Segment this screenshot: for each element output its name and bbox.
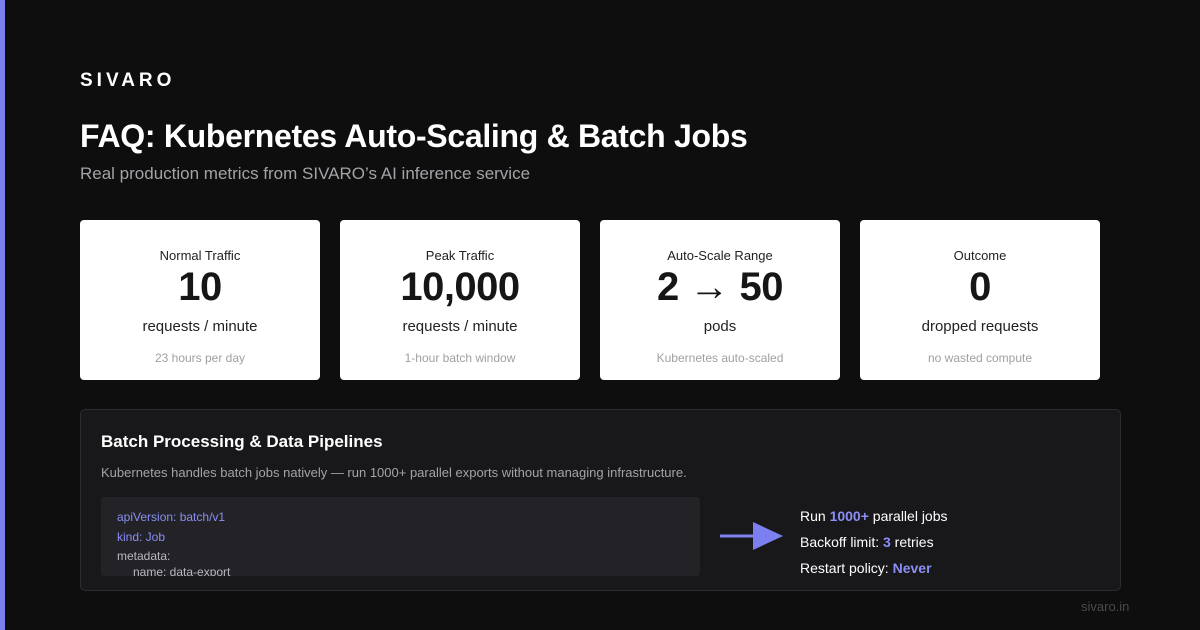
fact-prefix: Run bbox=[800, 508, 830, 524]
card-note: Kubernetes auto-scaled bbox=[656, 351, 784, 365]
card-note: 23 hours per day bbox=[154, 351, 246, 365]
metric-cards: Normal Traffic 10 requests / minute 23 h… bbox=[80, 220, 1100, 380]
panel-title: Batch Processing & Data Pipelines bbox=[101, 432, 383, 451]
fact-prefix: Backoff limit: bbox=[800, 534, 883, 550]
metric-card-normal-traffic: Normal Traffic 10 requests / minute 23 h… bbox=[80, 220, 320, 380]
fact-backoff-limit: Backoff limit: 3 retries bbox=[800, 534, 948, 560]
code-line: name: data-export bbox=[133, 565, 231, 576]
fact-highlight: 1000+ bbox=[829, 508, 869, 524]
fact-restart-policy: Restart policy: Never bbox=[800, 560, 948, 586]
card-unit: requests / minute bbox=[402, 318, 518, 335]
code-line: kind: Job bbox=[117, 530, 166, 544]
card-label: Outcome bbox=[953, 248, 1007, 263]
card-unit: pods bbox=[703, 318, 737, 335]
card-label: Normal Traffic bbox=[159, 248, 241, 263]
batch-processing-panel: Batch Processing & Data Pipelines Kubern… bbox=[80, 409, 1121, 591]
arrow-right-icon bbox=[720, 522, 783, 550]
yaml-code-block: apiVersion: batch/v1 kind: Job metadata:… bbox=[101, 497, 700, 576]
page-subtitle: Real production metrics from SIVARO’s AI… bbox=[80, 164, 531, 183]
brand-logo: SIVARO bbox=[80, 70, 176, 91]
job-facts-list: Run 1000+ parallel jobs Backoff limit: 3… bbox=[800, 508, 948, 586]
metric-card-auto-scale-range: Auto-Scale Range 2 → 50 pods Kubernetes … bbox=[600, 220, 840, 380]
fact-prefix: Restart policy: bbox=[800, 560, 893, 576]
code-line: metadata: bbox=[117, 549, 171, 563]
left-accent-bar bbox=[0, 0, 5, 630]
card-value: 2 → 50 bbox=[657, 265, 783, 309]
fact-suffix: retries bbox=[890, 534, 934, 550]
card-value: 0 bbox=[969, 265, 991, 309]
card-unit: dropped requests bbox=[921, 318, 1039, 335]
fact-parallel-jobs: Run 1000+ parallel jobs bbox=[800, 508, 948, 534]
card-value: 10 bbox=[178, 265, 222, 309]
card-value: 10,000 bbox=[400, 265, 520, 309]
card-label: Auto-Scale Range bbox=[667, 248, 773, 263]
fact-suffix: parallel jobs bbox=[868, 508, 948, 524]
card-note: 1-hour batch window bbox=[404, 351, 516, 365]
metric-card-peak-traffic: Peak Traffic 10,000 requests / minute 1-… bbox=[340, 220, 580, 380]
card-note: no wasted compute bbox=[927, 351, 1033, 365]
metric-card-outcome: Outcome 0 dropped requests no wasted com… bbox=[860, 220, 1100, 380]
fact-highlight: Never bbox=[892, 560, 932, 576]
page-title: FAQ: Kubernetes Auto-Scaling & Batch Job… bbox=[80, 118, 748, 154]
fact-highlight: 3 bbox=[883, 534, 891, 550]
card-label: Peak Traffic bbox=[425, 248, 495, 263]
card-unit: requests / minute bbox=[142, 318, 258, 335]
code-line: apiVersion: batch/v1 bbox=[117, 510, 226, 524]
footer-url[interactable]: sivaro.in bbox=[1081, 599, 1129, 614]
panel-description: Kubernetes handles batch jobs natively —… bbox=[101, 465, 687, 480]
